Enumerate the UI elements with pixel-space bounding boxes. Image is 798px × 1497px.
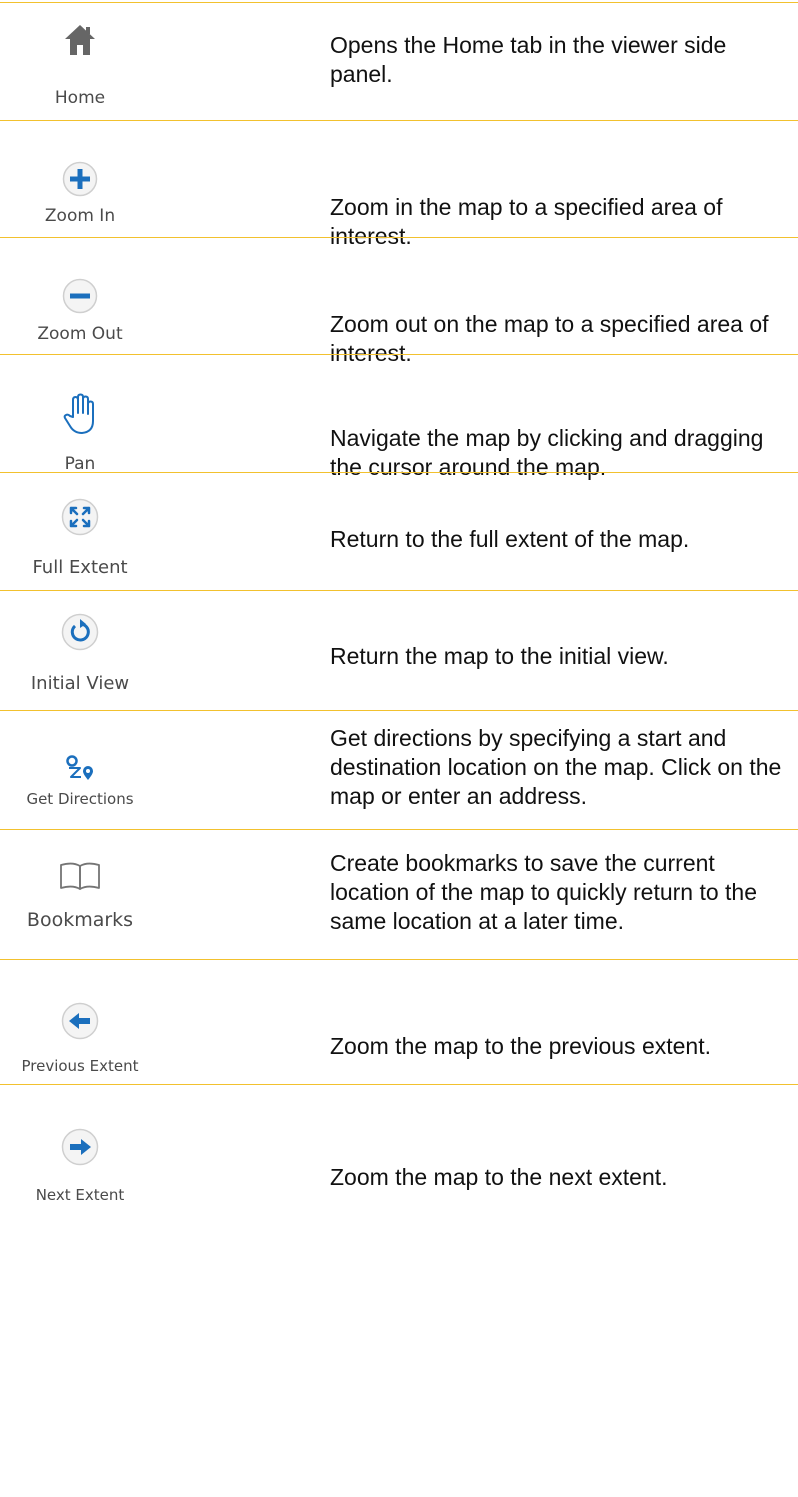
full-extent-icon[interactable] — [32, 498, 128, 536]
tool-label: Zoom In — [44, 206, 116, 226]
home-icon[interactable] — [32, 22, 128, 58]
tool-description: Opens the Home tab in the viewer side pa… — [330, 32, 727, 87]
pan-hand-icon[interactable] — [32, 393, 128, 435]
initial-view-icon[interactable] — [32, 613, 128, 651]
next-extent-icon[interactable] — [32, 1128, 128, 1166]
tool-row-zoom-in: Zoom In Zoom in the map to a specified a… — [0, 120, 798, 249]
tool-description: Return to the full extent of the map. — [330, 526, 690, 552]
tool-row-get-directions: Get Directions Get directions by specify… — [0, 710, 798, 829]
tool-description: Get directions by specifying a start and… — [330, 725, 782, 809]
tool-label: Previous Extent — [21, 1057, 139, 1075]
tool-label: Bookmarks — [26, 909, 134, 931]
tool-label: Initial View — [30, 673, 130, 694]
tool-row-initial-view: Initial View Return the map to the initi… — [0, 590, 798, 710]
tool-label: Next Extent — [35, 1186, 125, 1204]
tool-row-pan: Pan Navigate the map by clicking and dra… — [0, 354, 798, 480]
tool-row-previous-extent: Previous Extent Zoom the map to the prev… — [0, 959, 798, 1084]
tool-description: Return the map to the initial view. — [330, 643, 669, 669]
tool-label: Full Extent — [32, 557, 128, 578]
tool-description: Zoom the map to the previous extent. — [330, 1033, 711, 1059]
tool-row-next-extent: Next Extent Zoom the map to the next ext… — [0, 1084, 798, 1224]
tool-label: Zoom Out — [37, 324, 123, 344]
tool-row-full-extent: Full Extent Return to the full extent of… — [0, 472, 798, 590]
bookmarks-icon[interactable] — [32, 861, 128, 891]
zoom-out-icon[interactable] — [32, 278, 128, 314]
previous-extent-icon[interactable] — [32, 1002, 128, 1040]
tool-description: Create bookmarks to save the current loc… — [330, 850, 758, 934]
tool-label: Home — [54, 88, 106, 108]
tool-row-bookmarks: Bookmarks Create bookmarks to save the c… — [0, 829, 798, 959]
zoom-in-icon[interactable] — [32, 161, 128, 197]
tool-label: Get Directions — [26, 790, 134, 808]
tool-label: Pan — [64, 454, 96, 474]
tool-row-zoom-out: Zoom Out Zoom out on the map to a specif… — [0, 237, 798, 366]
tool-row-home: Home Opens the Home tab in the viewer si… — [0, 0, 798, 120]
tool-description: Zoom the map to the next extent. — [330, 1164, 668, 1190]
directions-icon[interactable] — [32, 754, 128, 782]
